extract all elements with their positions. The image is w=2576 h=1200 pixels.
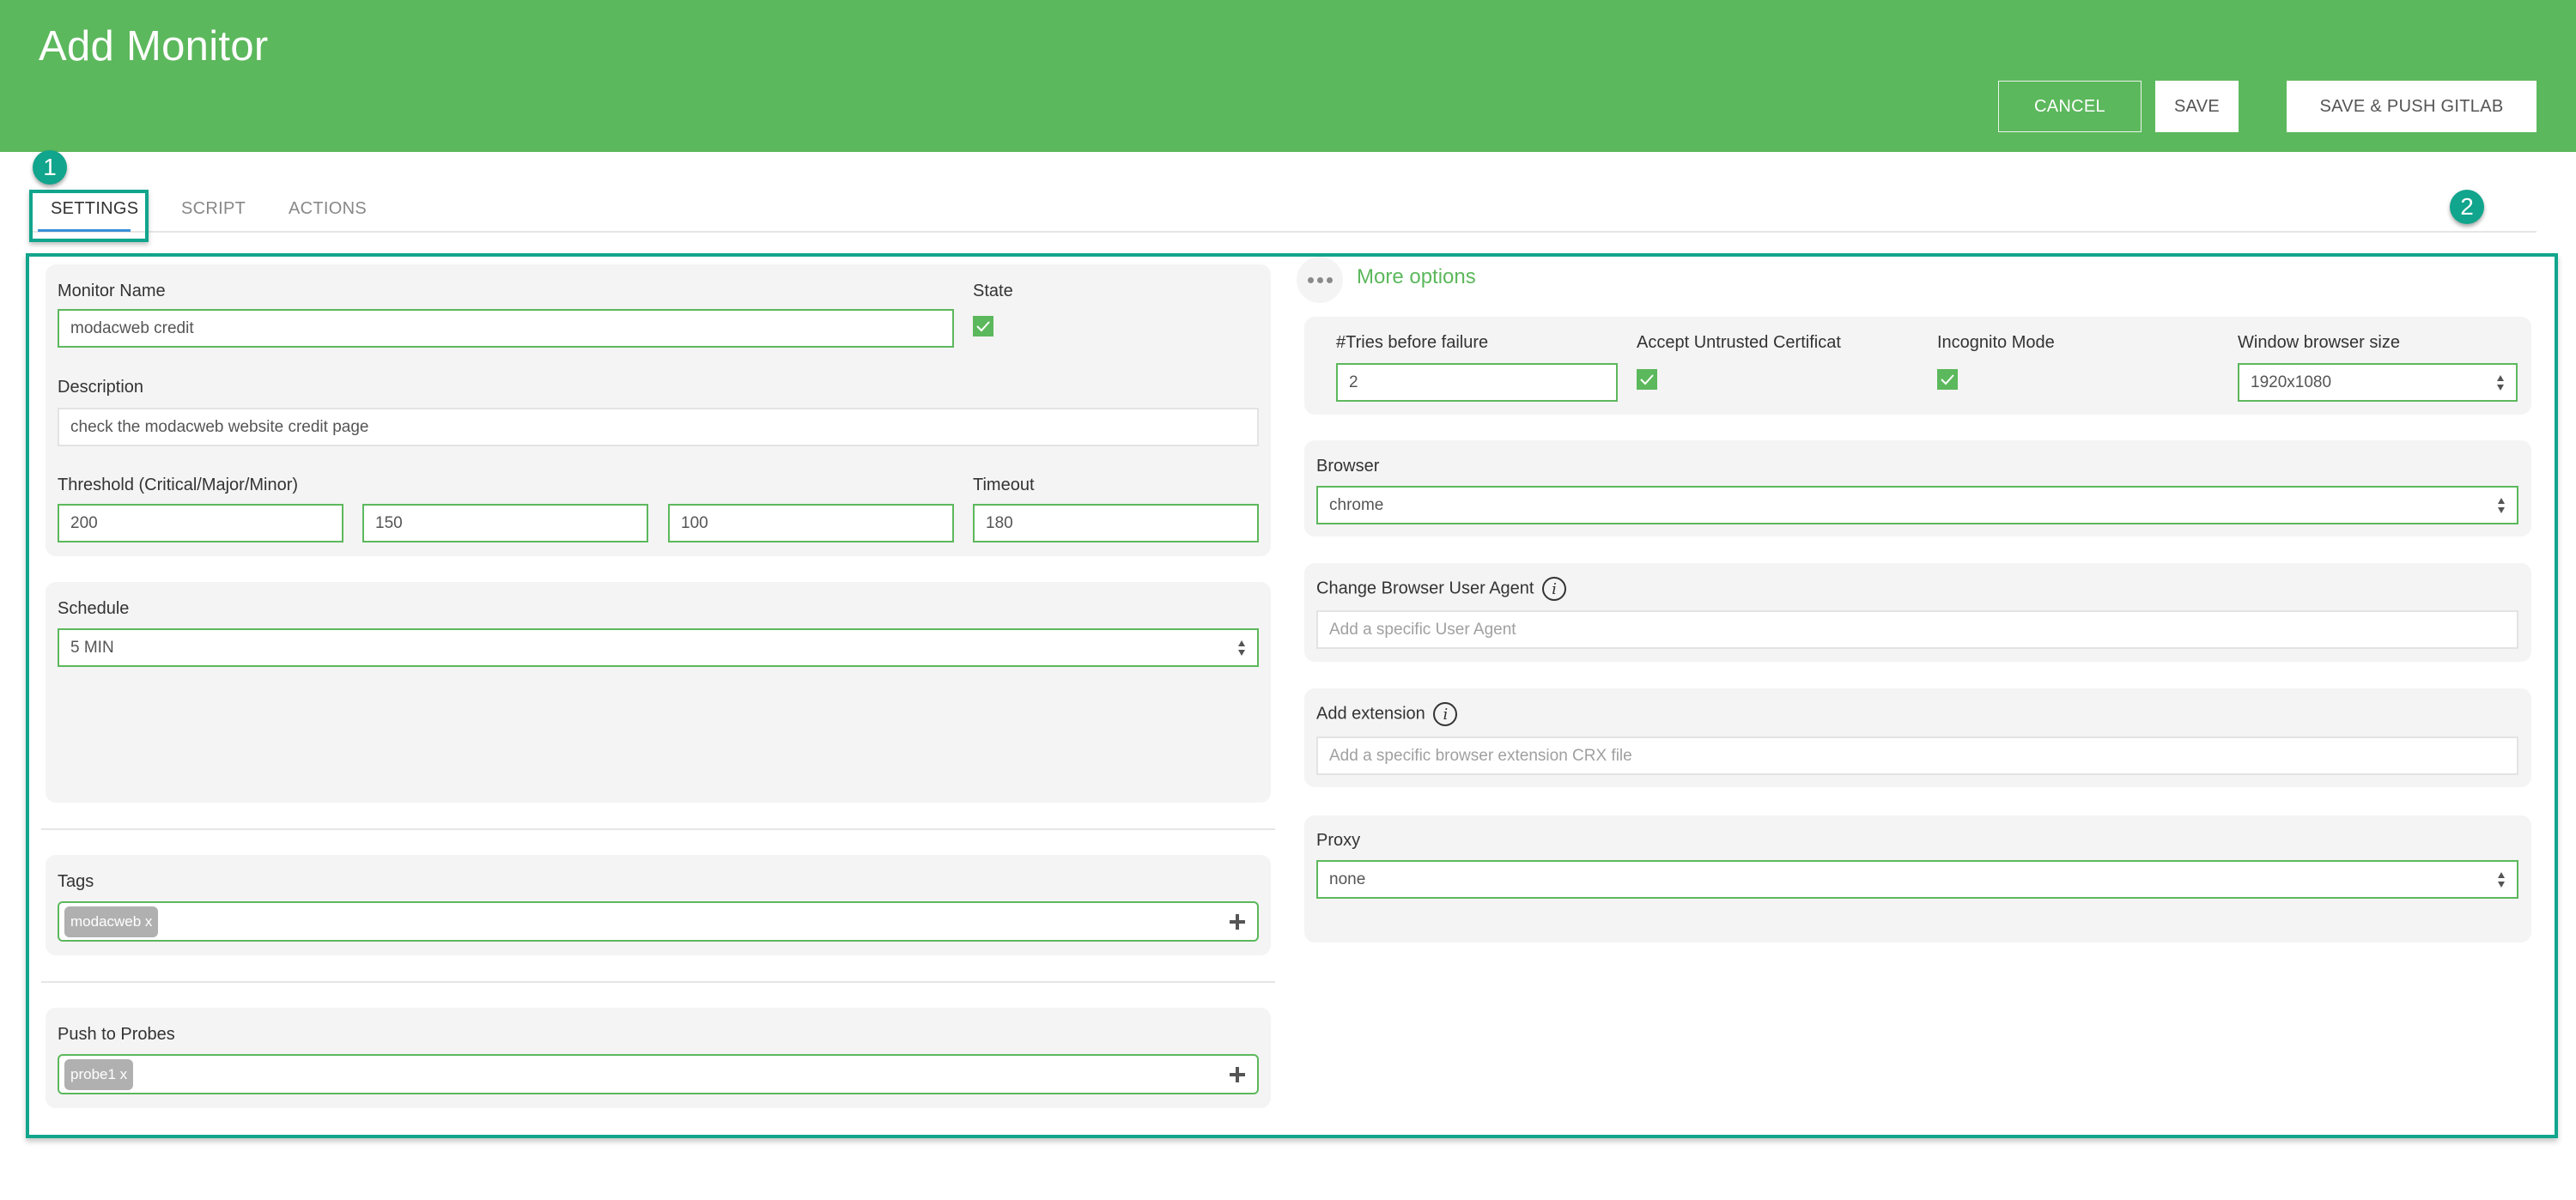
- dot-icon: [1307, 276, 1314, 283]
- monitor-name-label: Monitor Name: [58, 282, 166, 300]
- schedule-value: 5 MIN: [70, 638, 114, 657]
- more-options-link[interactable]: More options: [1357, 265, 1476, 289]
- tags-label: Tags: [58, 872, 94, 891]
- add-probe-plus-icon[interactable]: [1230, 1066, 1245, 1082]
- tags-input[interactable]: modacweb x: [58, 901, 1259, 942]
- description-input[interactable]: check the modacweb website credit page: [58, 408, 1259, 446]
- extension-label-row: Add extension i: [1316, 702, 1458, 726]
- select-arrows-icon: [1238, 639, 1245, 656]
- extension-input[interactable]: Add a specific browser extension CRX fil…: [1316, 736, 2518, 775]
- schedule-select[interactable]: 5 MIN: [58, 628, 1259, 667]
- section-divider: [41, 981, 1275, 983]
- browser-value: chrome: [1329, 495, 1384, 514]
- tries-input[interactable]: 2: [1336, 363, 1618, 402]
- check-icon: [1941, 374, 1954, 385]
- description-label: Description: [58, 378, 144, 397]
- threshold-label: Threshold (Critical/Major/Minor): [58, 476, 299, 494]
- more-options-button[interactable]: [1297, 257, 1343, 303]
- tries-label: #Tries before failure: [1336, 333, 1489, 352]
- window-size-label: Window browser size: [2238, 333, 2400, 352]
- schedule-label: Schedule: [58, 599, 130, 618]
- proxy-value: none: [1329, 870, 1366, 888]
- window-size-select[interactable]: 1920x1080: [2238, 363, 2518, 402]
- annotation-highlight-tabs: [29, 190, 149, 242]
- extension-label: Add extension: [1316, 704, 1425, 724]
- proxy-label: Proxy: [1316, 831, 1361, 850]
- monitor-name-input[interactable]: modacweb credit: [58, 309, 954, 348]
- save-push-gitlab-button[interactable]: SAVE & PUSH GITLAB: [2287, 81, 2537, 132]
- threshold-major-input[interactable]: 150: [362, 504, 648, 542]
- browser-select[interactable]: chrome: [1316, 486, 2518, 524]
- window-size-value: 1920x1080: [2251, 373, 2332, 391]
- browser-label: Browser: [1316, 457, 1380, 476]
- dot-icon: [1326, 276, 1333, 283]
- check-icon: [1640, 374, 1654, 385]
- section-divider: [41, 828, 1275, 830]
- save-button[interactable]: SAVE: [2155, 81, 2239, 132]
- tag-chip[interactable]: modacweb x: [64, 906, 159, 937]
- tabs-divider: [29, 231, 2537, 233]
- incognito-label: Incognito Mode: [1937, 333, 2055, 352]
- tab-actions[interactable]: ACTIONS: [289, 199, 367, 219]
- accept-cert-label: Accept Untrusted Certificat: [1637, 333, 1841, 352]
- info-icon[interactable]: i: [1433, 702, 1458, 726]
- cancel-button[interactable]: CANCEL: [1998, 81, 2142, 132]
- user-agent-label: Change Browser User Agent: [1316, 579, 1534, 598]
- probe-chip[interactable]: probe1 x: [64, 1058, 134, 1090]
- info-icon[interactable]: i: [1542, 577, 1567, 601]
- select-arrows-icon: [2498, 871, 2505, 888]
- threshold-critical-input[interactable]: 200: [58, 504, 343, 542]
- push-to-probes-label: Push to Probes: [58, 1025, 175, 1044]
- user-agent-label-row: Change Browser User Agent i: [1316, 577, 1567, 601]
- state-checkbox[interactable]: [973, 316, 993, 336]
- incognito-checkbox[interactable]: [1937, 369, 1958, 390]
- timeout-input[interactable]: 180: [973, 504, 1259, 542]
- user-agent-input[interactable]: Add a specific User Agent: [1316, 610, 2518, 649]
- threshold-minor-input[interactable]: 100: [668, 504, 954, 542]
- annotation-badge-1: 1: [33, 150, 67, 185]
- probes-input[interactable]: probe1 x: [58, 1054, 1259, 1094]
- annotation-badge-2: 2: [2450, 190, 2484, 224]
- state-label: State: [973, 282, 1013, 300]
- accept-cert-checkbox[interactable]: [1637, 369, 1657, 390]
- check-icon: [976, 321, 990, 332]
- dot-icon: [1316, 276, 1323, 283]
- schedule-panel: [46, 582, 1271, 803]
- add-tag-plus-icon[interactable]: [1230, 913, 1245, 930]
- timeout-label: Timeout: [973, 476, 1035, 494]
- select-arrows-icon: [2498, 497, 2505, 513]
- proxy-select[interactable]: none: [1316, 860, 2518, 899]
- select-arrows-icon: [2497, 374, 2504, 391]
- tab-script[interactable]: SCRIPT: [181, 199, 246, 219]
- page-title: Add Monitor: [39, 23, 269, 70]
